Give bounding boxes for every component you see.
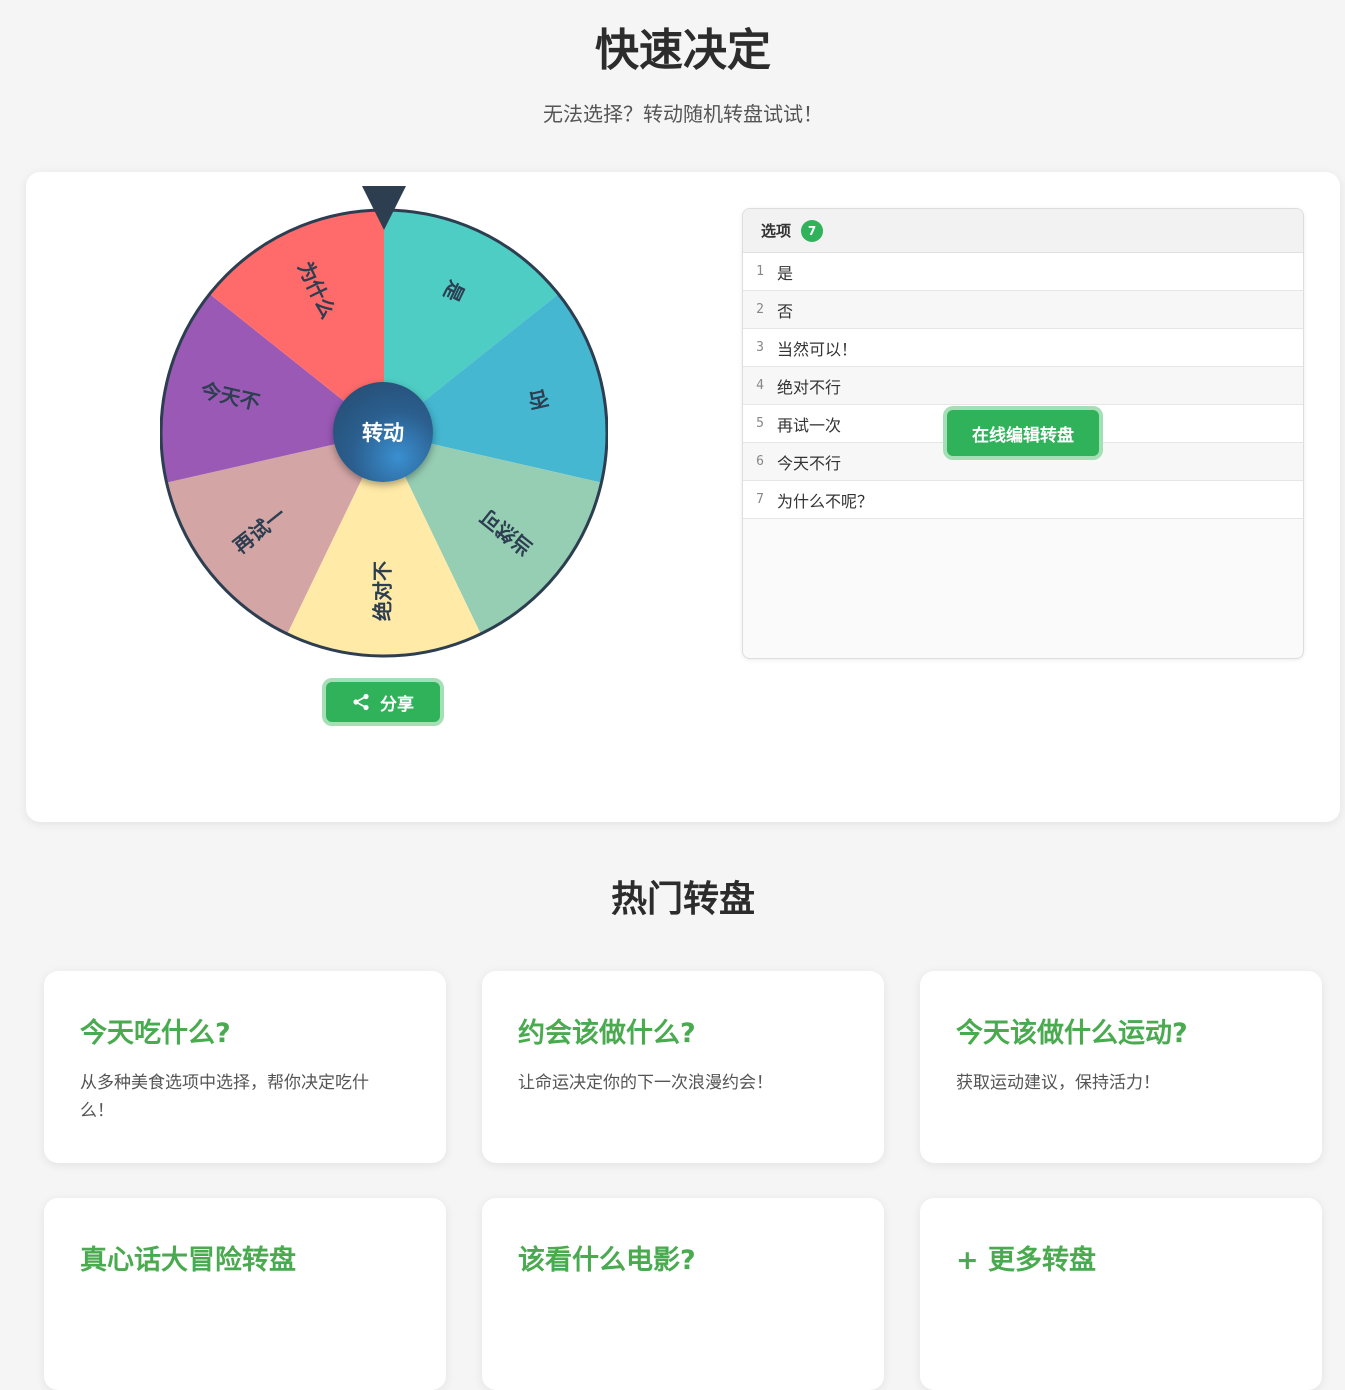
options-header-label: 选项: [761, 222, 792, 240]
option-line-number: 5: [756, 416, 764, 431]
popular-wheel-card[interactable]: 该看什么电影?: [482, 1198, 884, 1390]
card-title: 今天该做什么运动?: [956, 1018, 1188, 1049]
option-line-number: 3: [756, 340, 764, 355]
popular-section-title: 热门转盘: [610, 879, 755, 920]
option-line-number: 1: [756, 264, 764, 279]
wheel-card: 是否当然可 绝对不 再试一 今天不 为什么 转动 分享 选项 7 1 是 2 否 3 当然可以！ 4…: [26, 172, 1340, 822]
popular-wheel-card[interactable]: 今天该做什么运动? 获取运动建议，保持活力！: [920, 971, 1322, 1163]
card-description: 获取运动建议，保持活力！: [956, 1073, 1160, 1093]
page-subtitle: 无法选择？转动随机转盘试试！: [543, 102, 823, 126]
popular-wheel-card[interactable]: + 更多转盘: [920, 1198, 1322, 1390]
card-description: 让命运决定你的下一次浪漫约会！: [518, 1073, 773, 1093]
wheel-pointer: [362, 186, 406, 230]
option-line-number: 6: [756, 454, 764, 469]
share-icon: [352, 693, 370, 711]
option-row[interactable]: 1是: [743, 253, 1303, 291]
option-line-number: 2: [756, 302, 764, 317]
popular-wheel-card[interactable]: 今天吃什么? 从多种美食选项中选择，帮你决定吃什么！: [44, 971, 446, 1163]
card-description: 从多种美食选项中选择，帮你决定吃什么！: [80, 1073, 369, 1121]
option-row[interactable]: 2否: [743, 291, 1303, 329]
option-row[interactable]: 3 当然可以！: [743, 329, 1303, 367]
option-text[interactable]: 为什么不呢？: [777, 488, 873, 512]
option-text[interactable]: 绝对不行: [777, 374, 841, 398]
option-text[interactable]: 当然可以！: [777, 336, 857, 360]
option-text[interactable]: 否: [777, 298, 793, 322]
option-row[interactable]: 4 绝对不行: [743, 367, 1303, 405]
edit-wheel-button[interactable]: 在线编辑转盘: [943, 406, 1103, 460]
option-line-number: 7: [756, 492, 764, 507]
popular-wheel-card[interactable]: 真心话大冒险转盘: [44, 1198, 446, 1390]
page-title: 快速决定: [595, 25, 771, 76]
card-title: 该看什么电影?: [518, 1245, 696, 1276]
popular-wheel-card[interactable]: 约会该做什么? 让命运决定你的下一次浪漫约会！: [482, 971, 884, 1163]
option-line-number: 4: [756, 378, 764, 393]
option-row[interactable]: 7 为什么不呢？: [743, 481, 1303, 519]
card-title: 今天吃什么?: [80, 1018, 231, 1049]
options-header: 选项 7: [743, 209, 1303, 253]
card-title: 真心话大冒险转盘: [80, 1245, 296, 1276]
card-title: + 更多转盘: [956, 1245, 1097, 1276]
option-text[interactable]: 是: [777, 260, 793, 284]
wheel-segment-label: 绝对不: [371, 561, 395, 621]
options-list[interactable]: 1 是 2 否 3 当然可以！ 4 绝对不行 5 再试一次 6 今天不行 7 为什么不呢？: [743, 253, 1303, 519]
card-title: 约会该做什么?: [518, 1018, 696, 1049]
share-button-label: 分享: [380, 694, 414, 715]
option-text[interactable]: 再试一次: [777, 412, 841, 436]
options-count-badge: 7: [801, 219, 824, 242]
spin-button[interactable]: 转动: [333, 382, 433, 482]
wheel-area: 是否当然可 绝对不 再试一 今天不 为什么 转动: [160, 186, 608, 666]
option-text[interactable]: 今天不行: [777, 450, 841, 474]
share-button[interactable]: 分享: [322, 678, 444, 726]
